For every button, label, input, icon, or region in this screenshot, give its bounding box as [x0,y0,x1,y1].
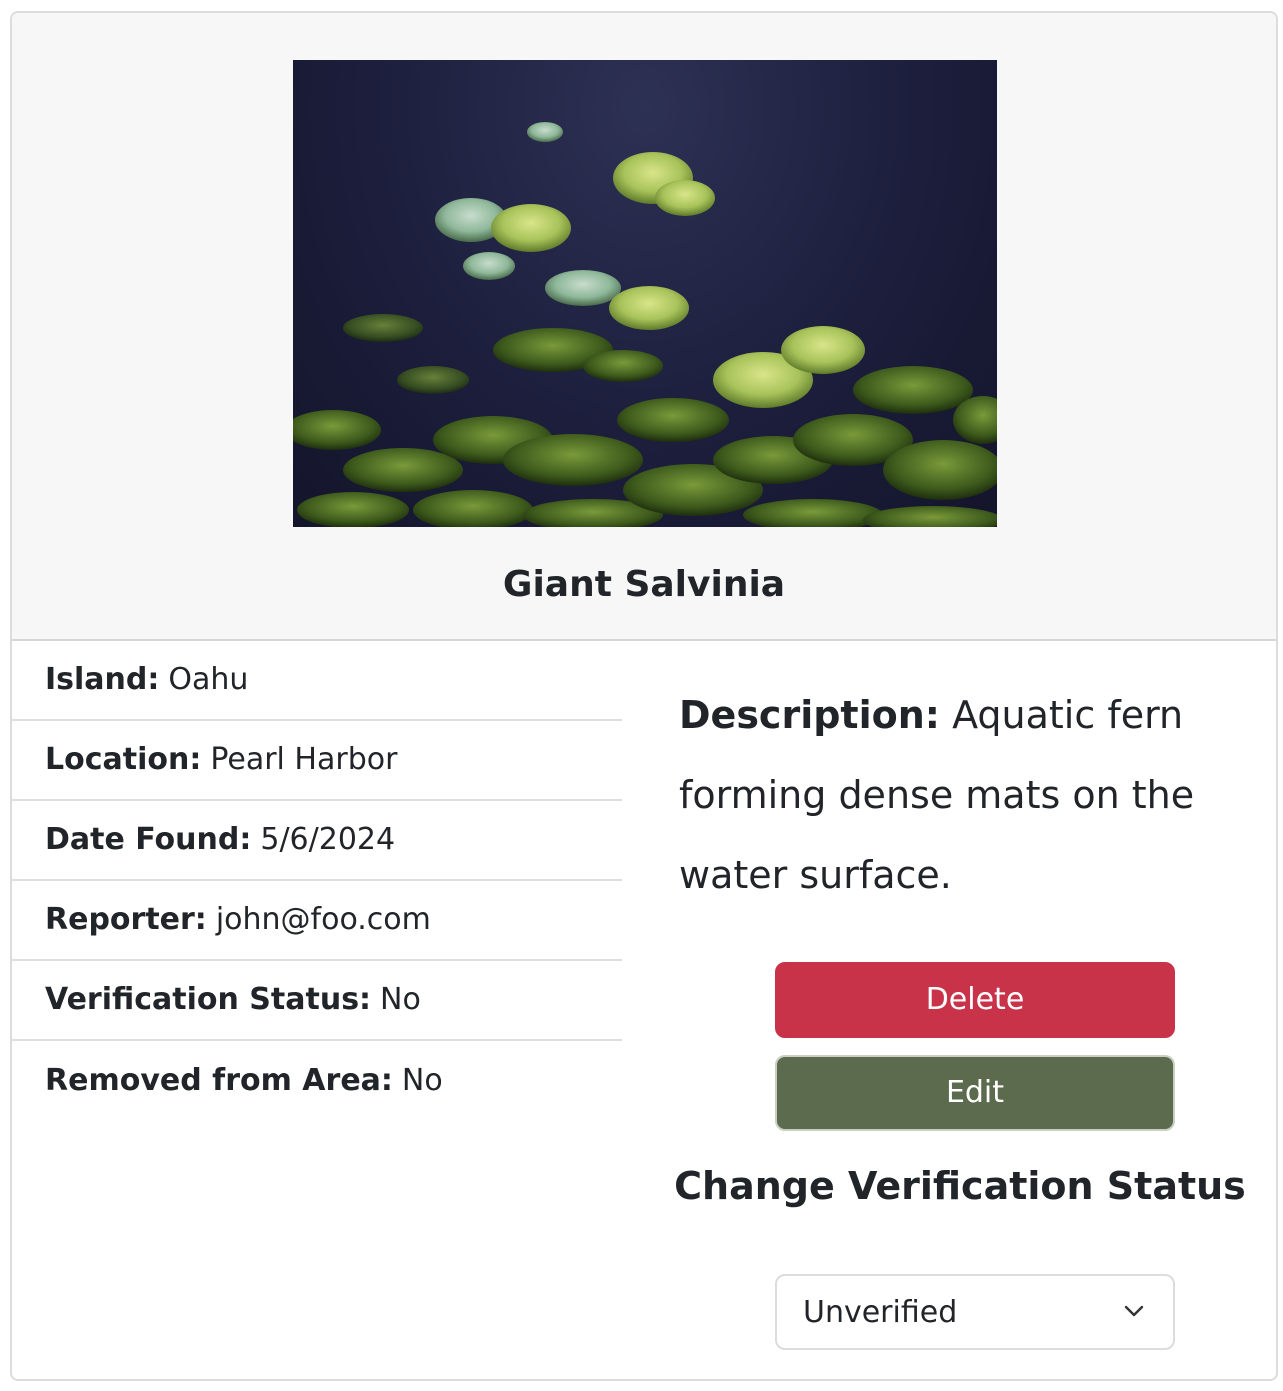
detail-label: Removed from Area: [45,1063,393,1098]
detail-island: Island: Oahu [12,641,622,721]
detail-value: No [380,982,421,1017]
description: Description: Aquatic fern forming dense … [679,675,1276,915]
detail-location: Location: Pearl Harbor [12,721,622,801]
detail-value: 5/6/2024 [260,822,396,857]
description-label: Description: [679,693,940,737]
detail-label: Reporter: [45,902,207,937]
detail-label: Verification Status: [45,982,372,1017]
detail-value: john@foo.com [215,902,431,937]
detail-label: Date Found: [45,822,252,857]
details-list: Island: Oahu Location: Pearl Harbor Date… [12,641,622,1121]
report-card: Giant Salvinia Island: Oahu Location: Pe… [10,11,1278,1381]
verification-heading-text: Change Verification Status [674,1164,1246,1208]
detail-label: Location: [45,742,202,777]
species-title: Giant Salvinia [502,564,786,605]
delete-button[interactable]: Delete [775,962,1175,1038]
detail-date-found: Date Found: 5/6/2024 [12,801,622,881]
detail-removed-from-area: Removed from Area: No [12,1041,622,1121]
detail-verification-status: Verification Status: No [12,961,622,1041]
select-value: Unverified [803,1294,958,1330]
card-header: Giant Salvinia [12,13,1276,641]
verification-heading: Change Verification Status [12,1161,1276,1211]
verification-status-select[interactable]: Unverified [775,1274,1175,1350]
detail-value: Oahu [168,662,249,697]
detail-label: Island: [45,662,160,697]
species-photo [293,60,997,527]
edit-button[interactable]: Edit [775,1055,1175,1131]
chevron-down-icon [1124,1305,1144,1317]
detail-value: No [401,1063,443,1098]
detail-reporter: Reporter: john@foo.com [12,881,622,961]
detail-value: Pearl Harbor [210,742,398,777]
